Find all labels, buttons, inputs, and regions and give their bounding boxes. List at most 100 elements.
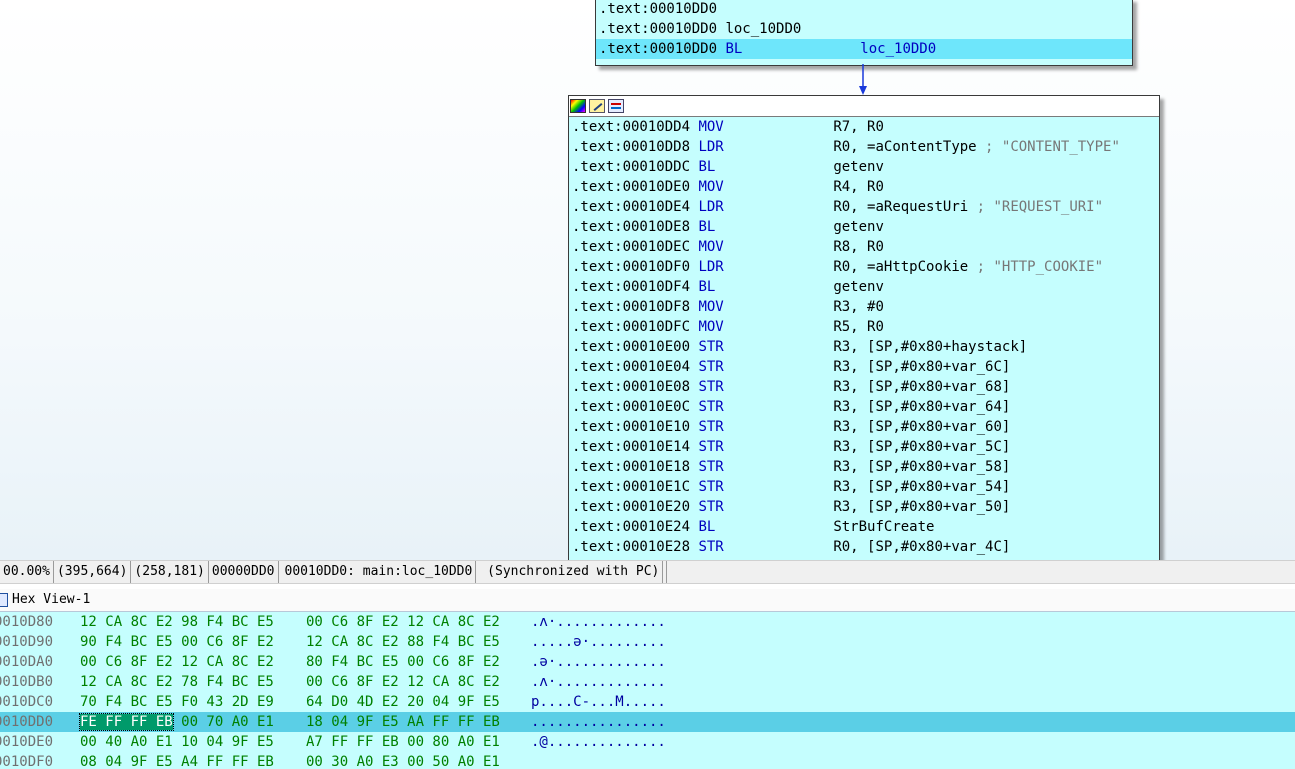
line-mnemonic: LDR xyxy=(690,199,834,215)
line-comment: ; "REQUEST_URI" xyxy=(968,199,1104,215)
line-address: .text:00010E14 xyxy=(572,439,691,455)
line-operands: R7, R0 xyxy=(833,119,884,135)
code-line[interactable]: .text:00010E04 STR R3, [SP,#0x80+var_6C] xyxy=(569,357,1159,377)
hex-view[interactable]: 0010D80 12 CA 8C E2 98 F4 BC E5 00 C6 8F E… xyxy=(0,612,1295,769)
hex-view-tab[interactable]: Hex View-1 xyxy=(0,589,1295,612)
code-line[interactable]: .text:00010DE4 LDR R0, =aRequestUri ; "R… xyxy=(569,197,1159,217)
hex-bytes-rest: 00 70 A0 E1 xyxy=(172,714,274,730)
code-line[interactable]: .text:00010E14 STR R3, [SP,#0x80+var_5C] xyxy=(569,437,1159,457)
hex-address: 0010D90 xyxy=(0,634,54,650)
line-address: .text:00010E10 xyxy=(572,419,691,435)
hex-bytes-group1[interactable]: FE FF FF EB 00 70 A0 E1 xyxy=(79,712,274,732)
hex-selection[interactable]: FE FF FF EB xyxy=(79,713,174,731)
line-address: .text:00010E04 xyxy=(572,359,691,375)
line-mnemonic: MOV xyxy=(690,299,834,315)
hex-row[interactable]: 0010DB0 12 CA 8C E2 78 F4 BC E5 00 C6 8F E… xyxy=(0,672,1295,692)
zoom-level: 00.00% xyxy=(0,561,54,583)
code-line[interactable]: .text:00010E24 BL StrBufCreate xyxy=(569,517,1159,537)
hex-bytes-group1: 70 F4 BC E5 F0 43 2D E9 xyxy=(80,694,274,710)
hex-row[interactable]: 0010D80 12 CA 8C E2 98 F4 BC E5 00 C6 8F E… xyxy=(0,612,1295,632)
hex-bytes-group1: 00 40 A0 E1 10 04 9F E5 xyxy=(80,734,274,750)
hex-bytes-group2: 12 CA 8C E2 88 F4 BC E5 xyxy=(306,634,500,650)
line-mnemonic: STR xyxy=(690,379,834,395)
line-mnemonic: STR xyxy=(690,339,834,355)
code-line[interactable]: .text:00010E00 STR R3, [SP,#0x80+haystac… xyxy=(569,337,1159,357)
code-line[interactable]: .text:00010E08 STR R3, [SP,#0x80+var_68] xyxy=(569,377,1159,397)
code-line[interactable]: .text:00010DFC MOV R5, R0 xyxy=(569,317,1159,337)
hex-row[interactable]: 0010DA0 00 C6 8F E2 12 CA 8C E2 80 F4 BC E… xyxy=(0,652,1295,672)
hex-address: 0010DB0 xyxy=(0,674,54,690)
hex-row[interactable]: 0010DF0 08 04 9F E5 A4 FF FF EB 00 30 A0 E… xyxy=(0,752,1295,769)
hex-ascii: .@.............. xyxy=(531,734,666,750)
line-operands: R0, =aContentType xyxy=(833,139,977,155)
line-address: .text:00010E08 xyxy=(572,379,691,395)
code-line[interactable]: .text:00010E18 STR R3, [SP,#0x80+var_58] xyxy=(569,457,1159,477)
cursor-coords: (395,664) xyxy=(54,561,132,583)
line-address: .text:00010DE8 xyxy=(572,219,691,235)
hex-bytes-group1: 90 F4 BC E5 00 C6 8F E2 xyxy=(80,634,274,650)
code-line[interactable]: .text:00010E28 STR R0, [SP,#0x80+var_4C] xyxy=(569,537,1159,557)
hex-address: 0010DA0 xyxy=(0,654,54,670)
code-line[interactable]: .text:00010DF4 BL getenv xyxy=(569,277,1159,297)
line-mnemonic: BL xyxy=(690,159,834,175)
hex-row[interactable]: 0010DC0 70 F4 BC E5 F0 43 2D E9 64 D0 4D E… xyxy=(0,692,1295,712)
graph-icon[interactable] xyxy=(608,99,624,113)
code-block-loc-10dd0[interactable]: .text:00010DD0 .text:00010DD0 loc_10DD0 … xyxy=(595,0,1133,66)
code-line-selected[interactable]: .text:00010DD0 BL loc_10DD0 xyxy=(596,39,1132,59)
line-mnemonic: LDR xyxy=(690,259,834,275)
line-address: .text:00010DF4 xyxy=(572,279,691,295)
line-mnemonic: MOV xyxy=(690,179,834,195)
hex-bytes-group2: A7 FF FF EB 00 80 A0 E1 xyxy=(306,734,500,750)
edit-icon[interactable] xyxy=(589,99,605,113)
graph-view[interactable]: .text:00010DD0 .text:00010DD0 loc_10DD0 … xyxy=(0,0,1295,560)
line-operands: R3, [SP,#0x80+var_58] xyxy=(833,459,1011,475)
hex-bytes-group2: 80 F4 BC E5 00 C6 8F E2 xyxy=(306,654,500,670)
code-line[interactable]: .text:00010DE0 MOV R4, R0 xyxy=(569,177,1159,197)
line-address: .text:00010DE4 xyxy=(572,199,691,215)
code-line[interactable]: .text:00010DEC MOV R8, R0 xyxy=(569,237,1159,257)
code-block-main[interactable]: .text:00010DD4 MOV R7, R0 .text:00010DD8 … xyxy=(568,95,1160,560)
status-bar: 00.00% (395,664) (258,181) 00000DD0 00010DD0… xyxy=(0,560,1295,584)
code-line[interactable]: .text:00010DD0 loc_10DD0 xyxy=(596,19,1132,39)
line-mnemonic: STR xyxy=(690,439,834,455)
line-mnemonic: BL xyxy=(690,519,834,535)
line-comment: ; "CONTENT_TYPE" xyxy=(976,139,1120,155)
line-mnemonic: STR xyxy=(690,479,834,495)
line-mnemonic: STR xyxy=(690,359,834,375)
code-line[interactable]: .text:00010E10 STR R3, [SP,#0x80+var_60] xyxy=(569,417,1159,437)
line-address: .text:00010DE0 xyxy=(572,179,691,195)
hex-ascii: .ə·............. xyxy=(531,654,666,670)
line-mnemonic: BL xyxy=(690,279,834,295)
hex-row[interactable]: 0010DE0 00 40 A0 E1 10 04 9F E5 A7 FF FF E… xyxy=(0,732,1295,752)
node-header xyxy=(569,96,1159,117)
line-mnemonic: STR xyxy=(690,419,834,435)
hex-row-current[interactable]: 0010DD0 FE FF FF EB 00 70 A0 E1 18 04 9F E… xyxy=(0,712,1295,732)
line-operands: R3, [SP,#0x80+var_6C] xyxy=(833,359,1011,375)
color-icon[interactable] xyxy=(570,99,586,113)
code-line[interactable]: .text:00010E20 STR R3, [SP,#0x80+var_50] xyxy=(569,497,1159,517)
code-line[interactable]: .text:00010DE8 BL getenv xyxy=(569,217,1159,237)
code-line[interactable]: .text:00010E0C STR R3, [SP,#0x80+var_64] xyxy=(569,397,1159,417)
line-operands: R3, [SP,#0x80+var_60] xyxy=(833,419,1011,435)
line-mnemonic: STR xyxy=(690,499,834,515)
hex-bytes-group2: 00 C6 8F E2 12 CA 8C E2 xyxy=(306,614,500,630)
hex-ascii: p....C-...M..... xyxy=(531,694,666,710)
code-line[interactable]: .text:00010DDC BL getenv xyxy=(569,157,1159,177)
line-address: .text:00010DEC xyxy=(572,239,691,255)
code-line[interactable]: .text:00010DF0 LDR R0, =aHttpCookie ; "H… xyxy=(569,257,1159,277)
line-address: .text:00010E0C xyxy=(572,399,691,415)
code-line[interactable]: .text:00010E1C STR R3, [SP,#0x80+var_54] xyxy=(569,477,1159,497)
line-mnemonic: STR xyxy=(690,459,834,475)
hex-row[interactable]: 0010D90 90 F4 BC E5 00 C6 8F E2 12 CA 8C E… xyxy=(0,632,1295,652)
line-mnemonic: BL xyxy=(690,219,834,235)
line-operands: R5, R0 xyxy=(833,319,884,335)
hex-bytes-group2: 00 C6 8F E2 12 CA 8C E2 xyxy=(306,674,500,690)
code-line[interactable]: .text:00010DD0 xyxy=(596,0,1132,19)
hex-address: 0010DF0 xyxy=(0,754,54,769)
hex-bytes-group1: 08 04 9F E5 A4 FF FF EB xyxy=(80,754,274,769)
line-operands: R3, [SP,#0x80+var_54] xyxy=(833,479,1011,495)
code-line[interactable]: .text:00010DD8 LDR R0, =aContentType ; "… xyxy=(569,137,1159,157)
line-operands: R3, [SP,#0x80+var_5C] xyxy=(833,439,1011,455)
code-line[interactable]: .text:00010DF8 MOV R3, #0 xyxy=(569,297,1159,317)
code-line[interactable]: .text:00010DD4 MOV R7, R0 xyxy=(569,117,1159,137)
